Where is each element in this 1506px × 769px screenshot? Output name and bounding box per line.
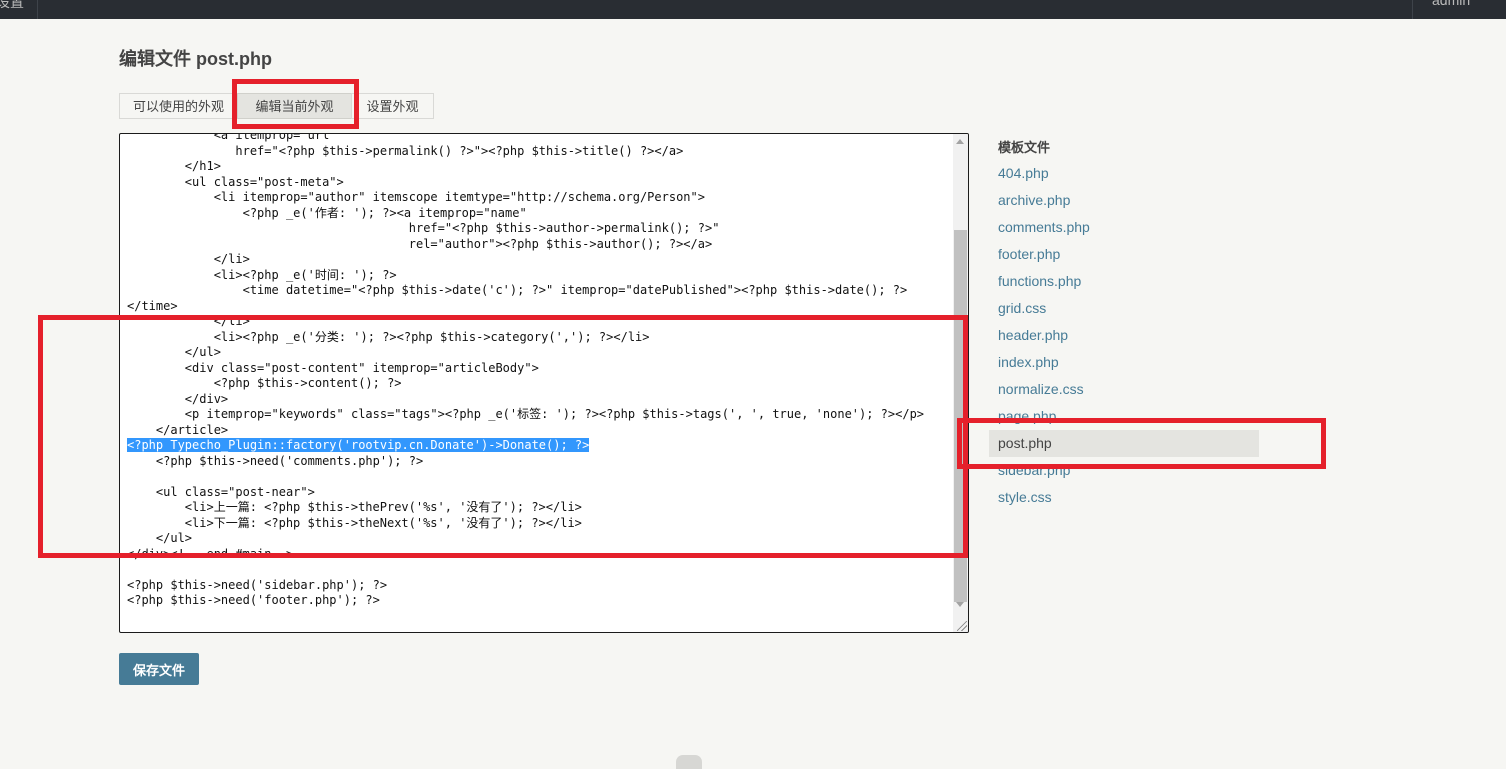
file-item[interactable]: style.css [989, 484, 1259, 511]
tab-theme-settings[interactable]: 设置外观 [351, 93, 434, 119]
editor-scrollbar[interactable] [953, 134, 968, 632]
scroll-up-icon[interactable] [956, 139, 964, 144]
code-line: </li> [127, 252, 250, 266]
file-item[interactable]: header.php [989, 322, 1259, 349]
code-line: </div> [127, 391, 229, 406]
code-line: <li>上一篇: <?php $this->thePrev('%s', '没有了… [127, 500, 582, 514]
page-title: 编辑文件 post.php [119, 49, 272, 69]
topbar-divider [1412, 0, 1413, 19]
code-line: </div><!-- end #main--> [127, 546, 294, 561]
code-line: <?php $this->need('footer.php'); ?> [127, 593, 380, 607]
save-file-button[interactable]: 保存文件 [119, 653, 199, 685]
code-line: <?php $this->need('comments.php'); ?> [127, 453, 424, 468]
code-line: href="<?php $this->permalink() ?>"><?php… [127, 143, 684, 158]
code-line: <ul class="post-meta"> [127, 174, 344, 189]
code-line: <time datetime="<?php $this->date('c'); … [127, 283, 908, 297]
code-line: <p itemprop="keywords" class="tags"><?ph… [127, 407, 925, 421]
code-line: href="<?php $this->author->permalink(); … [127, 221, 720, 235]
top-bar: 设置 admin [0, 0, 1506, 19]
code-editor[interactable]: <a itemprop="url" href="<?php $this->per… [119, 133, 969, 633]
topbar-divider [37, 0, 38, 19]
topbar-user-link[interactable]: admin [1432, 0, 1470, 8]
code-line: <?php $this->content(); ?> [127, 376, 402, 390]
template-files-title: 模板文件 [998, 140, 1051, 155]
file-item[interactable]: footer.php [989, 241, 1259, 268]
scrollbar-thumb[interactable] [954, 230, 967, 602]
code-line: <li><?php _e('分类: '); ?><?php $this->cat… [127, 329, 650, 344]
code-line: <li>下一篇: <?php $this->theNext('%s', '没有了… [127, 515, 582, 530]
file-item[interactable]: comments.php [989, 214, 1259, 241]
code-line: <?php $this->need('sidebar.php'); ?> [127, 577, 388, 592]
tab-edit-current-theme[interactable]: 编辑当前外观 [237, 93, 352, 119]
code-line: </h1> [127, 159, 221, 173]
code-line: </time> [127, 298, 178, 313]
topbar-settings-link[interactable]: 设置 [0, 0, 24, 12]
code-textarea[interactable]: <a itemprop="url" href="<?php $this->per… [127, 133, 925, 609]
code-line: </article> [127, 422, 229, 437]
code-line: </ul> [127, 531, 193, 545]
code-line: <div class="post-content" itemprop="arti… [127, 360, 539, 375]
code-line: <a itemprop="url" [127, 133, 337, 142]
code-line: <li><?php _e('时间: '); ?> [127, 267, 397, 282]
file-item[interactable]: sidebar.php [989, 457, 1259, 484]
file-item-current[interactable]: post.php [989, 430, 1259, 457]
file-item[interactable]: index.php [989, 349, 1259, 376]
file-item[interactable]: archive.php [989, 187, 1259, 214]
file-item[interactable]: page.php [989, 403, 1259, 430]
tab-available-themes[interactable]: 可以使用的外观 [119, 93, 238, 119]
file-item[interactable]: functions.php [989, 268, 1259, 295]
code-line: <?php Typecho_Plugin::factory('rootvip.c… [127, 438, 924, 454]
resize-grip-icon[interactable] [957, 621, 967, 631]
selected-code-text: <?php Typecho_Plugin::factory('rootvip.c… [127, 438, 590, 452]
file-item[interactable]: grid.css [989, 295, 1259, 322]
file-item[interactable]: normalize.css [989, 376, 1259, 403]
code-line: </li> [127, 314, 250, 328]
code-line: <ul class="post-near"> [127, 484, 315, 499]
code-line: </ul> [127, 345, 221, 359]
code-line: rel="author"><?php $this->author(); ?></… [127, 236, 713, 251]
code-line: <?php _e('作者: '); ?><a itemprop="name" [127, 205, 527, 220]
code-line: <li itemprop="author" itemscope itemtype… [127, 190, 705, 204]
file-item[interactable]: 404.php [989, 160, 1259, 187]
scroll-down-icon[interactable] [956, 602, 964, 607]
template-file-list: 404.php archive.php comments.php footer.php… [989, 160, 1259, 511]
